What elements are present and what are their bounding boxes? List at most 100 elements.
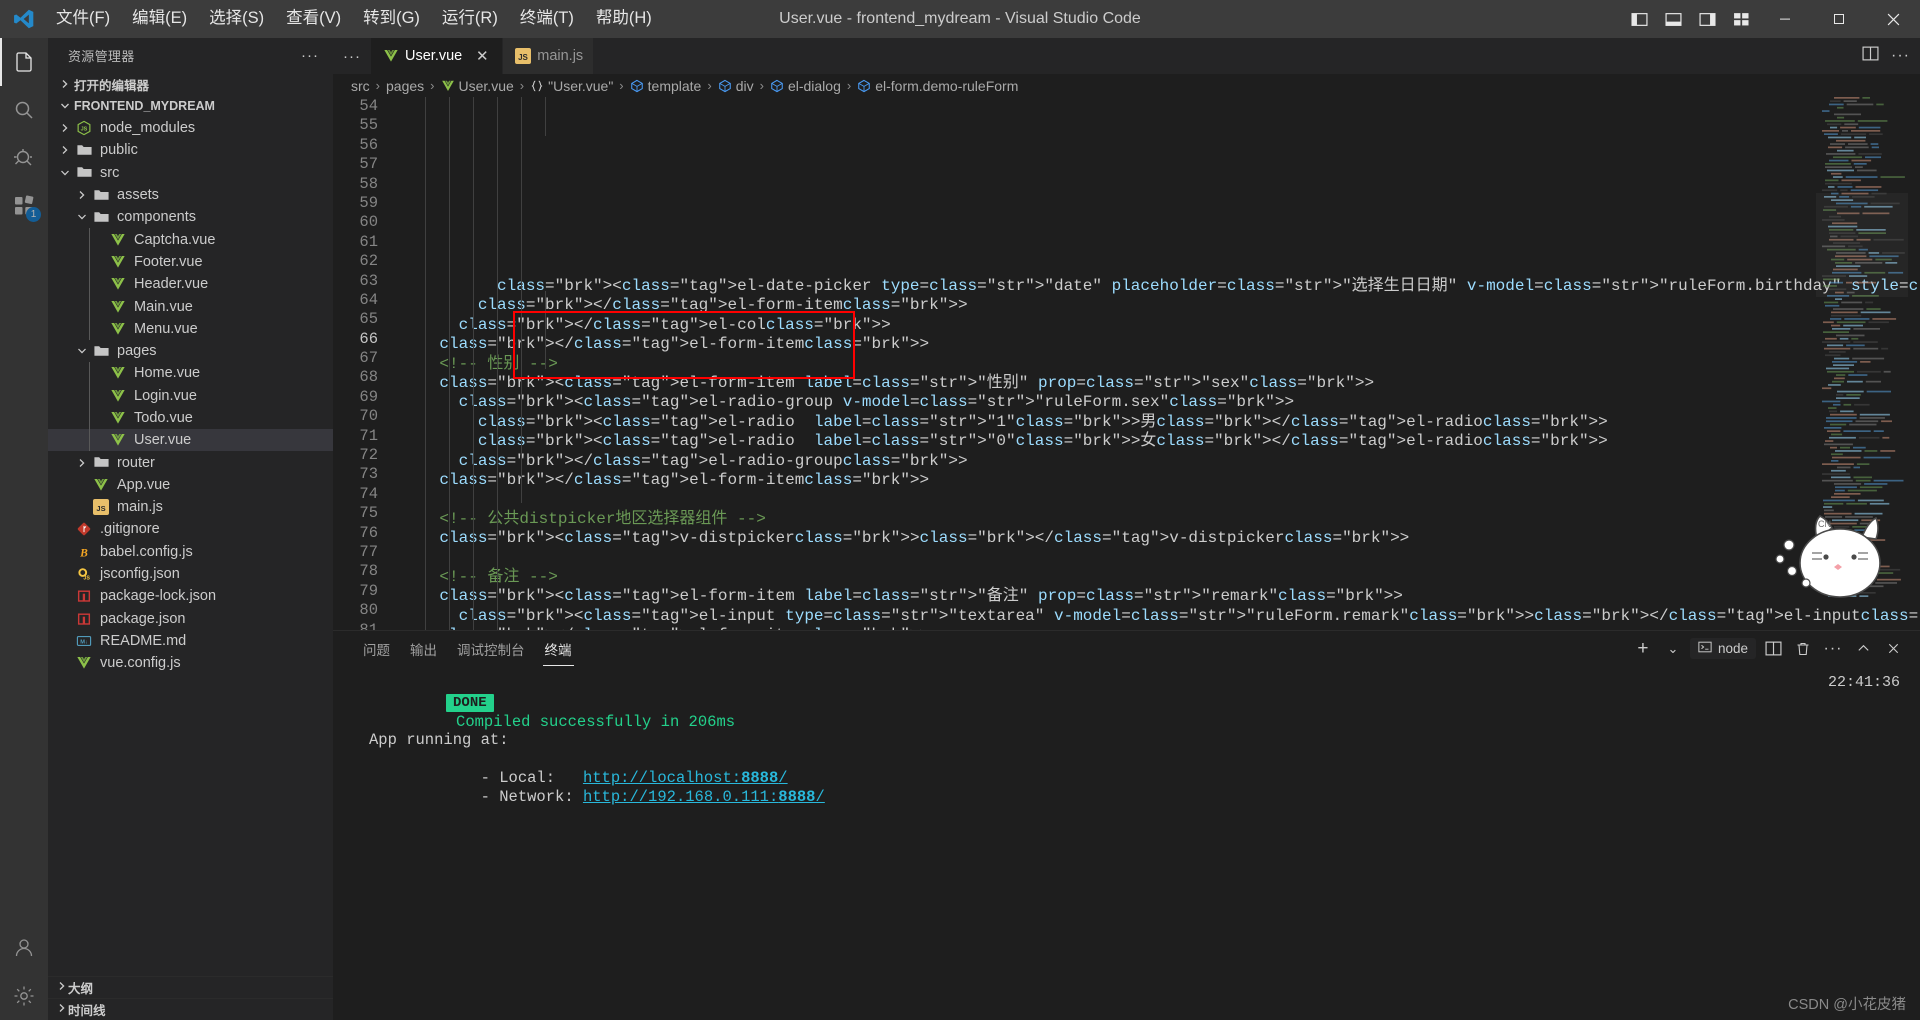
tree-item-babel-config-js[interactable]: Bbabel.config.js bbox=[48, 541, 333, 563]
line-number: 63 bbox=[359, 271, 378, 290]
terminal-output[interactable]: DONE Compiled successfully in 206ms App … bbox=[333, 666, 1920, 1020]
tree-item-label: Login.vue bbox=[134, 387, 197, 404]
network-suffix[interactable]: / bbox=[816, 788, 825, 806]
activitybar-accounts[interactable] bbox=[0, 924, 48, 972]
breadcrumb-item-el-dialog[interactable]: el-dialog bbox=[770, 78, 841, 94]
menu-bar[interactable]: 文件(F) 编辑(E) 选择(S) 查看(V) 转到(G) 运行(R) 终端(T… bbox=[46, 5, 662, 33]
section-timeline[interactable]: 时间线 bbox=[48, 998, 333, 1020]
panel-tab-output[interactable]: 输出 bbox=[400, 631, 447, 666]
breadcrumb-item-template[interactable]: template bbox=[630, 78, 701, 94]
chevron-right-icon bbox=[56, 980, 68, 995]
line-number: 74 bbox=[359, 484, 378, 503]
panel-tab-problems[interactable]: 问题 bbox=[353, 631, 400, 666]
activitybar-extensions[interactable]: 1 bbox=[0, 182, 48, 230]
editor-vertical-scrollbar[interactable] bbox=[1908, 97, 1920, 630]
menu-selection[interactable]: 选择(S) bbox=[199, 5, 274, 33]
activitybar-search[interactable] bbox=[0, 86, 48, 134]
local-suffix[interactable]: / bbox=[778, 769, 787, 787]
split-terminal-icon[interactable] bbox=[1760, 636, 1786, 662]
section-open-editors[interactable]: 打开的编辑器 bbox=[48, 73, 333, 95]
menu-terminal[interactable]: 终端(T) bbox=[510, 5, 584, 33]
terminal-selector[interactable]: node bbox=[1689, 638, 1756, 659]
activitybar-settings[interactable] bbox=[0, 972, 48, 1020]
code-content[interactable]: class="brk"><class="tag">el-date-picker … bbox=[401, 97, 1920, 630]
tree-item-captcha-vue[interactable]: Captcha.vue bbox=[48, 228, 333, 251]
tree-item-public[interactable]: public bbox=[48, 139, 333, 161]
local-port[interactable]: 8888 bbox=[741, 769, 778, 787]
menu-run[interactable]: 运行(R) bbox=[432, 5, 508, 33]
panel-more-actions-icon[interactable]: ··· bbox=[1820, 636, 1846, 662]
tree-item-gitignore[interactable]: .gitignore bbox=[48, 518, 333, 540]
maximize-button[interactable] bbox=[1812, 0, 1866, 38]
local-url[interactable]: http://localhost: bbox=[583, 769, 741, 787]
tree-item-node-modules[interactable]: JS node_modules bbox=[48, 117, 333, 139]
file-tree[interactable]: JS node_modules public src assets components C… bbox=[48, 117, 333, 1020]
tree-item-src[interactable]: src bbox=[48, 162, 333, 184]
tree-item-user-vue[interactable]: User.vue bbox=[48, 429, 333, 452]
tree-item-components[interactable]: components bbox=[48, 206, 333, 228]
section-project-root[interactable]: FRONTEND_MYDREAM bbox=[48, 95, 333, 117]
tree-item-package-json[interactable]: package.json bbox=[48, 608, 333, 630]
tab-close-icon[interactable]: ✕ bbox=[472, 46, 492, 66]
network-url[interactable]: http://192.168.0.111: bbox=[583, 788, 778, 806]
breadcrumb-item-el-formdemo-ruleform[interactable]: el-form.demo-ruleForm bbox=[857, 78, 1018, 94]
terminal-tab-icon bbox=[1698, 640, 1712, 657]
tree-item-assets[interactable]: assets bbox=[48, 184, 333, 206]
breadcrumb-item-pages[interactable]: pages bbox=[386, 78, 424, 94]
customize-layout-icon[interactable] bbox=[1724, 0, 1758, 38]
network-port[interactable]: 8888 bbox=[778, 788, 815, 806]
panel-tab-bar: 问题 输出 调试控制台 终端 + ⌄ node ··· bbox=[333, 631, 1920, 666]
primary-sidebar-toggle-icon[interactable] bbox=[1622, 0, 1656, 38]
sidebar-more-actions-icon[interactable]: ··· bbox=[295, 47, 325, 64]
kill-terminal-icon[interactable] bbox=[1790, 636, 1816, 662]
menu-view[interactable]: 查看(V) bbox=[276, 5, 351, 33]
maximize-panel-icon[interactable] bbox=[1850, 636, 1876, 662]
panel-tab-terminal[interactable]: 终端 bbox=[535, 631, 582, 666]
panel-toggle-icon[interactable] bbox=[1656, 0, 1690, 38]
secondary-sidebar-toggle-icon[interactable] bbox=[1690, 0, 1724, 38]
tree-item-readme-md[interactable]: M↓ README.md bbox=[48, 630, 333, 652]
tree-item-main-js[interactable]: JS main.js bbox=[48, 496, 333, 518]
tree-item-pages[interactable]: pages bbox=[48, 340, 333, 362]
menu-edit[interactable]: 编辑(E) bbox=[122, 5, 197, 33]
breadcrumb[interactable]: src › pages › User.vue › "User.vue" › template › d… bbox=[333, 74, 1920, 97]
menu-file[interactable]: 文件(F) bbox=[46, 5, 120, 33]
new-terminal-dropdown-icon[interactable]: ⌄ bbox=[1660, 636, 1686, 662]
tree-item-home-vue[interactable]: Home.vue bbox=[48, 362, 333, 385]
breadcrumb-item-uservue[interactable]: User.vue bbox=[441, 78, 514, 94]
more-actions-icon[interactable]: ··· bbox=[1891, 47, 1910, 65]
new-terminal-button[interactable]: + bbox=[1630, 636, 1656, 662]
tree-item-vue-config-js[interactable]: vue.config.js bbox=[48, 652, 333, 674]
tree-item-todo-vue[interactable]: Todo.vue bbox=[48, 406, 333, 430]
close-panel-icon[interactable] bbox=[1880, 636, 1906, 662]
breadcrumb-item-uservue[interactable]: "User.vue" bbox=[530, 78, 613, 94]
close-button[interactable] bbox=[1866, 0, 1920, 38]
activitybar-explorer[interactable] bbox=[0, 38, 48, 86]
tab-user-vue[interactable]: User.vue ✕ bbox=[371, 38, 504, 74]
tree-item-router[interactable]: router bbox=[48, 451, 333, 473]
activitybar-run-and-debug[interactable] bbox=[0, 134, 48, 182]
menu-help[interactable]: 帮助(H) bbox=[586, 5, 662, 33]
breadcrumb-item-div[interactable]: div bbox=[718, 78, 754, 94]
breadcrumb-item-src[interactable]: src bbox=[351, 78, 370, 94]
menu-go[interactable]: 转到(G) bbox=[353, 5, 430, 33]
line-number: 78 bbox=[359, 562, 378, 581]
tree-item-menu-vue[interactable]: Menu.vue bbox=[48, 317, 333, 340]
code-editor[interactable]: 54 55 56 57 58 59 60 61 62 63 64 65 66 67 68 69 70 71 72 73… bbox=[333, 97, 1920, 630]
tree-item-header-vue[interactable]: Header.vue bbox=[48, 273, 333, 296]
tree-item-footer-vue[interactable]: Footer.vue bbox=[48, 250, 333, 274]
tree-item-jsconfig-json[interactable]: JS jsconfig.json bbox=[48, 563, 333, 585]
tree-item-main-vue[interactable]: Main.vue bbox=[48, 295, 333, 318]
element-icon bbox=[630, 79, 644, 93]
tree-item-package-lock-json[interactable]: package-lock.json bbox=[48, 585, 333, 607]
sidebar-header: 资源管理器 ··· bbox=[48, 38, 333, 73]
tree-item-login-vue[interactable]: Login.vue bbox=[48, 384, 333, 407]
section-outline[interactable]: 大纲 bbox=[48, 976, 333, 998]
tab-main-js[interactable]: JS main.js bbox=[503, 38, 595, 74]
tree-item-app-vue[interactable]: App.vue bbox=[48, 474, 333, 496]
minimize-button[interactable] bbox=[1758, 0, 1812, 38]
editor-overflow-actions-icon[interactable]: ··· bbox=[333, 38, 371, 74]
vue-icon bbox=[73, 655, 95, 671]
split-editor-icon[interactable] bbox=[1862, 45, 1879, 67]
panel-tab-debug-console[interactable]: 调试控制台 bbox=[447, 631, 535, 666]
